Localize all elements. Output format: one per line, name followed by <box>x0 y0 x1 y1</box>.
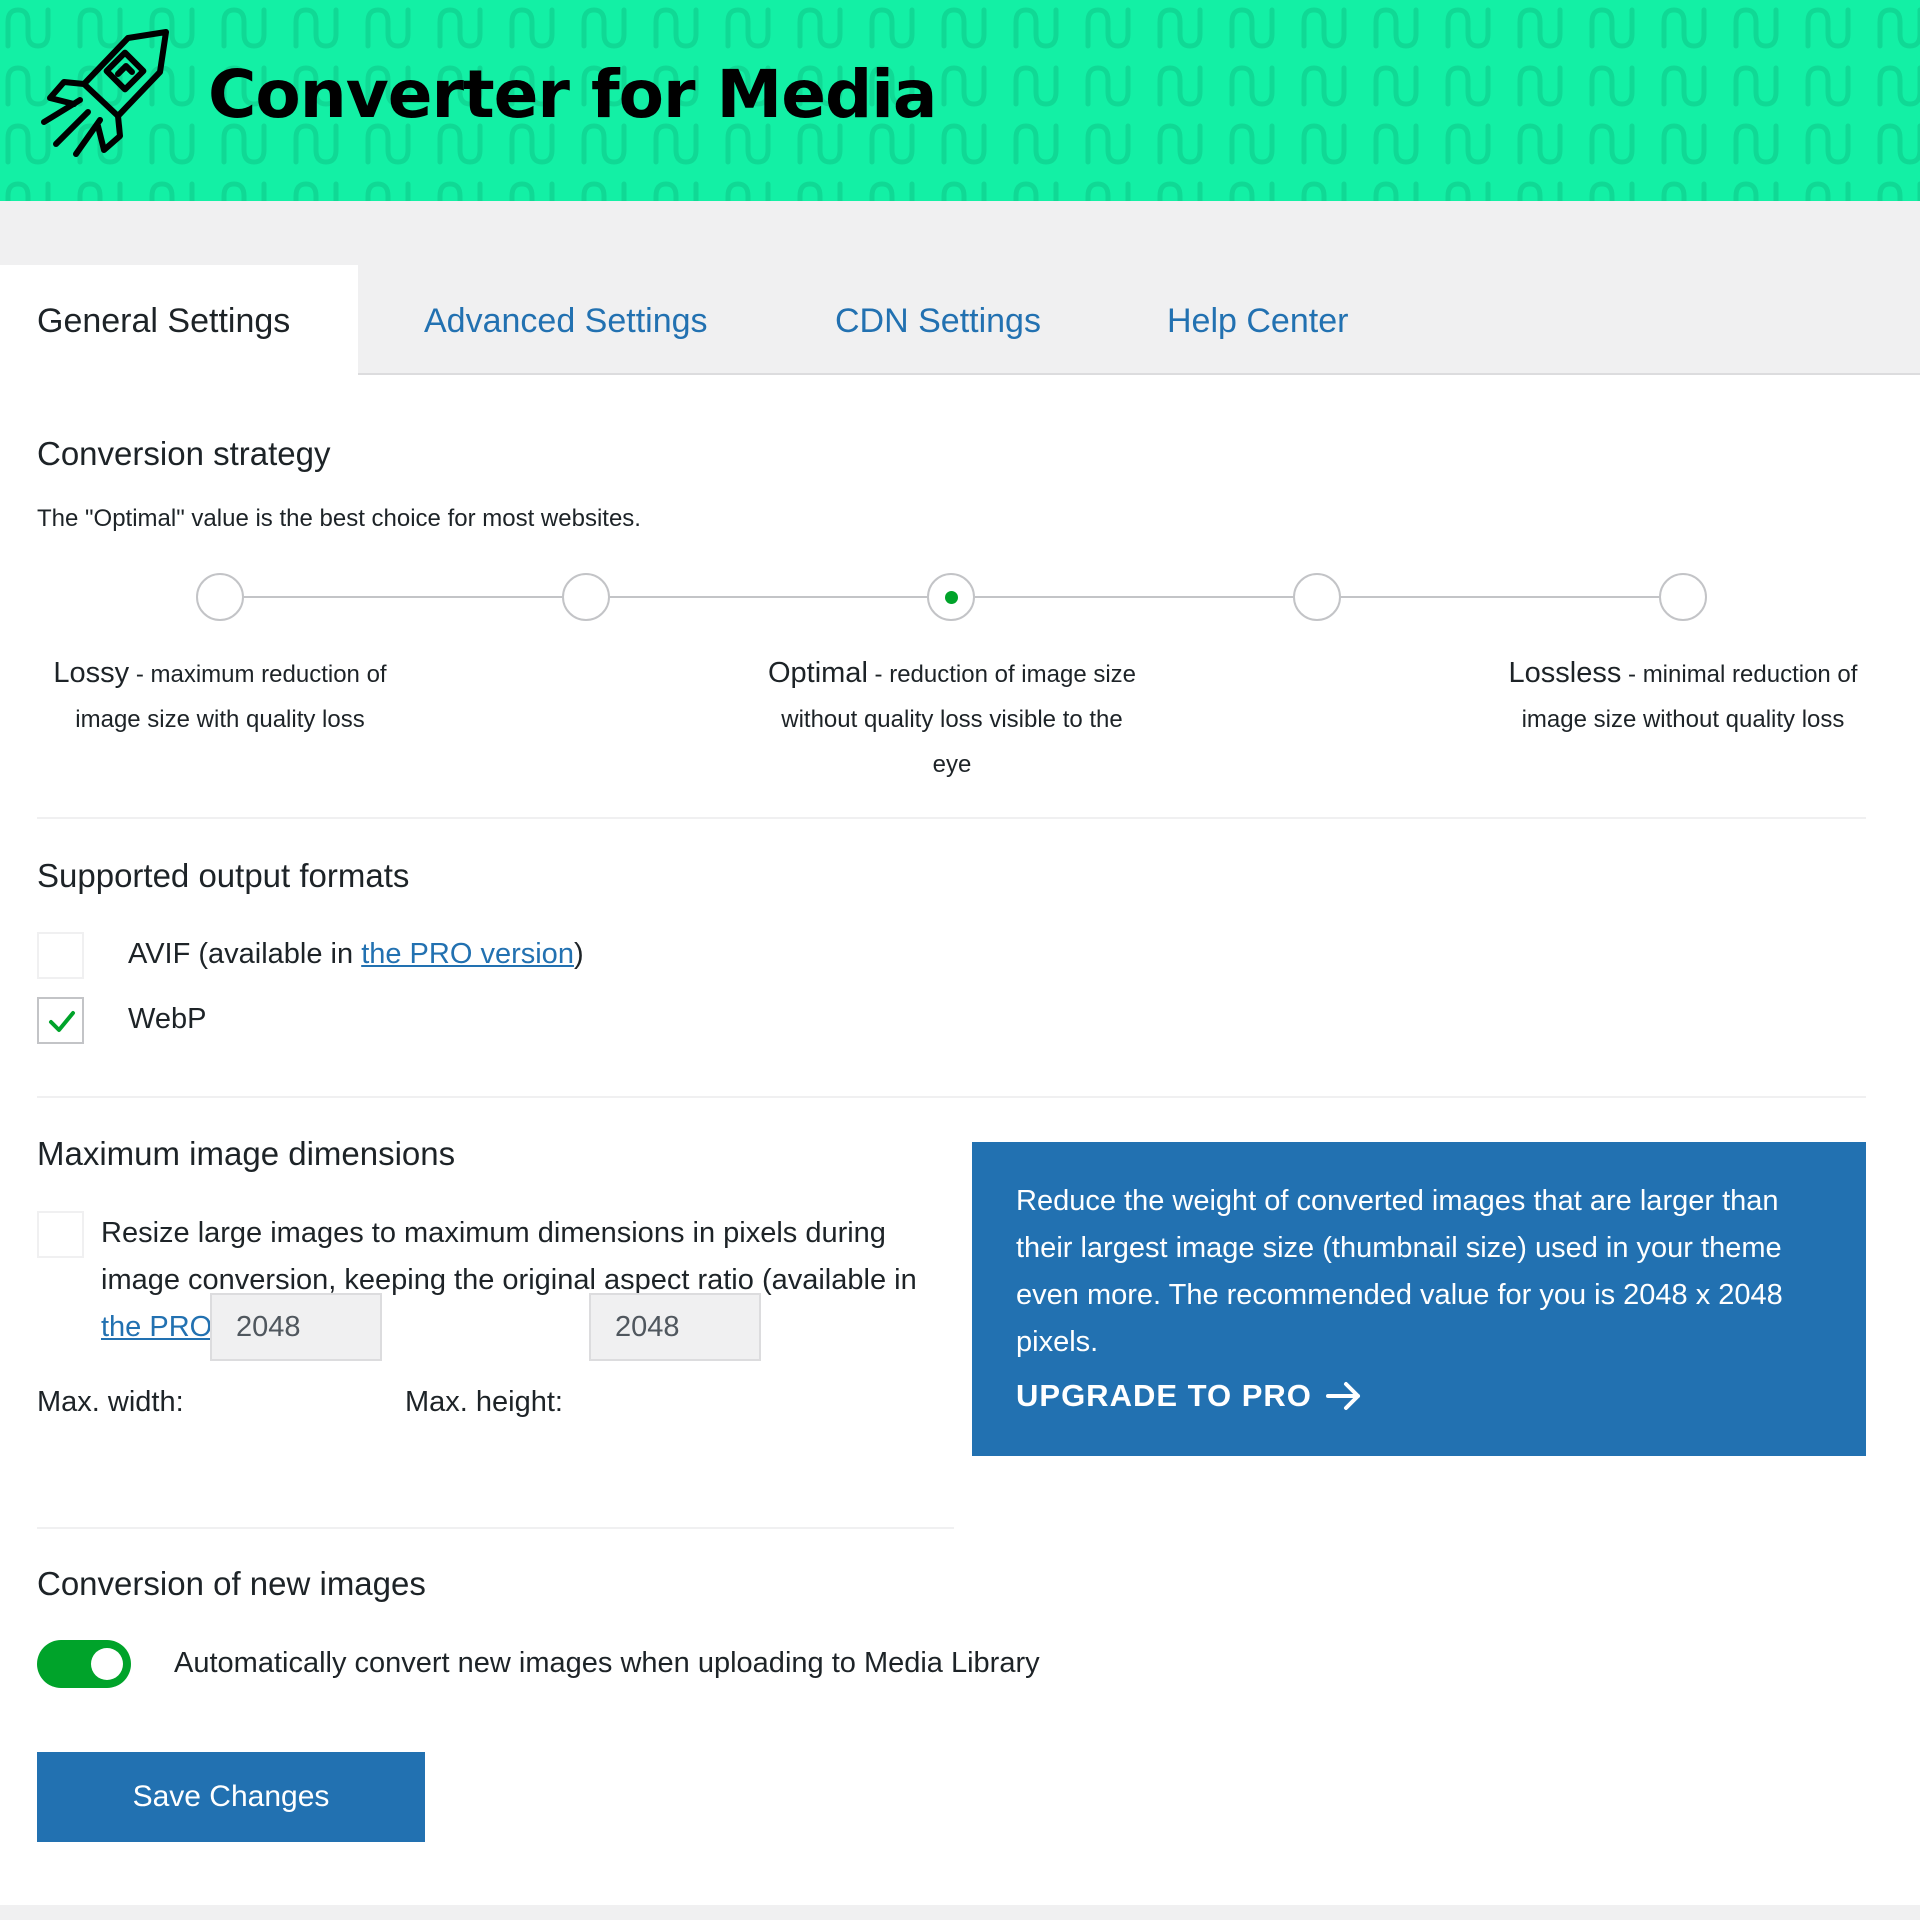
divider <box>37 1527 954 1529</box>
conversion-strategy-description: The "Optimal" value is the best choice f… <box>37 505 641 532</box>
auto-convert-toggle[interactable] <box>37 1640 131 1688</box>
auto-convert-label: Automatically convert new images when up… <box>174 1647 1040 1679</box>
pro-promo-box: Reduce the weight of converted images th… <box>972 1142 1866 1456</box>
resize-checkbox[interactable] <box>37 1211 84 1258</box>
optimal-label: Optimal - reduction of image size withou… <box>762 651 1142 787</box>
max-height-input[interactable]: 2048 <box>589 1293 761 1361</box>
strategy-level-2[interactable] <box>562 573 610 621</box>
toggle-knob <box>91 1648 123 1680</box>
max-dimensions-title: Maximum image dimensions <box>37 1135 456 1172</box>
max-height-label: Max. height: <box>405 1386 563 1418</box>
lossless-label: Lossless - minimal reduction of image si… <box>1498 651 1868 742</box>
avif-label: AVIF (available in the PRO version) <box>128 938 584 971</box>
settings-tabs: General Settings Advanced Settings CDN S… <box>0 265 1920 377</box>
divider <box>37 817 1866 819</box>
strategy-level-3[interactable] <box>927 573 975 621</box>
settings-panel: Conversion strategy The "Optimal" value … <box>0 375 1920 1905</box>
arrow-right-icon <box>1325 1382 1360 1410</box>
output-formats-title: Supported output formats <box>37 857 410 894</box>
avif-pro-link[interactable]: the PRO version <box>361 938 574 970</box>
rocket-icon <box>41 29 169 157</box>
divider <box>37 1096 1866 1098</box>
max-width-input[interactable]: 2048 <box>210 1293 382 1361</box>
avif-label-suffix: ) <box>573 938 584 970</box>
strategy-level-5[interactable] <box>1659 573 1707 621</box>
conversion-strategy-title: Conversion strategy <box>37 435 331 472</box>
tab-cdn-settings[interactable]: CDN Settings <box>835 265 1041 375</box>
strategy-level-4[interactable] <box>1293 573 1341 621</box>
new-images-title: Conversion of new images <box>37 1565 426 1602</box>
resize-label-text: Resize large images to maximum dimension… <box>101 1217 917 1296</box>
upgrade-to-pro-link[interactable]: UPGRADE TO PRO <box>1016 1378 1822 1414</box>
avif-label-text: AVIF (available in <box>128 938 362 970</box>
app-title: Converter for Media <box>208 56 937 133</box>
avif-checkbox[interactable] <box>37 932 84 979</box>
tab-general-settings[interactable]: General Settings <box>0 265 358 377</box>
lossy-label: Lossy - maximum reduction of image size … <box>30 651 410 742</box>
tab-advanced-settings[interactable]: Advanced Settings <box>424 265 708 375</box>
lossless-label-name: Lossless <box>1508 657 1622 689</box>
save-changes-button[interactable]: Save Changes <box>37 1752 425 1842</box>
max-width-label: Max. width: <box>37 1386 184 1418</box>
promo-text: Reduce the weight of converted images th… <box>1016 1185 1783 1358</box>
webp-label: WebP <box>128 1003 207 1035</box>
lossy-label-name: Lossy <box>53 657 130 689</box>
optimal-label-name: Optimal <box>767 657 868 689</box>
webp-checkbox[interactable] <box>37 997 84 1044</box>
checkmark-icon <box>49 1011 75 1032</box>
upgrade-label: UPGRADE TO PRO <box>1016 1378 1312 1413</box>
tab-help-center[interactable]: Help Center <box>1167 265 1348 375</box>
app-header: Converter for Media <box>0 0 1920 201</box>
strategy-level-1[interactable] <box>196 573 244 621</box>
